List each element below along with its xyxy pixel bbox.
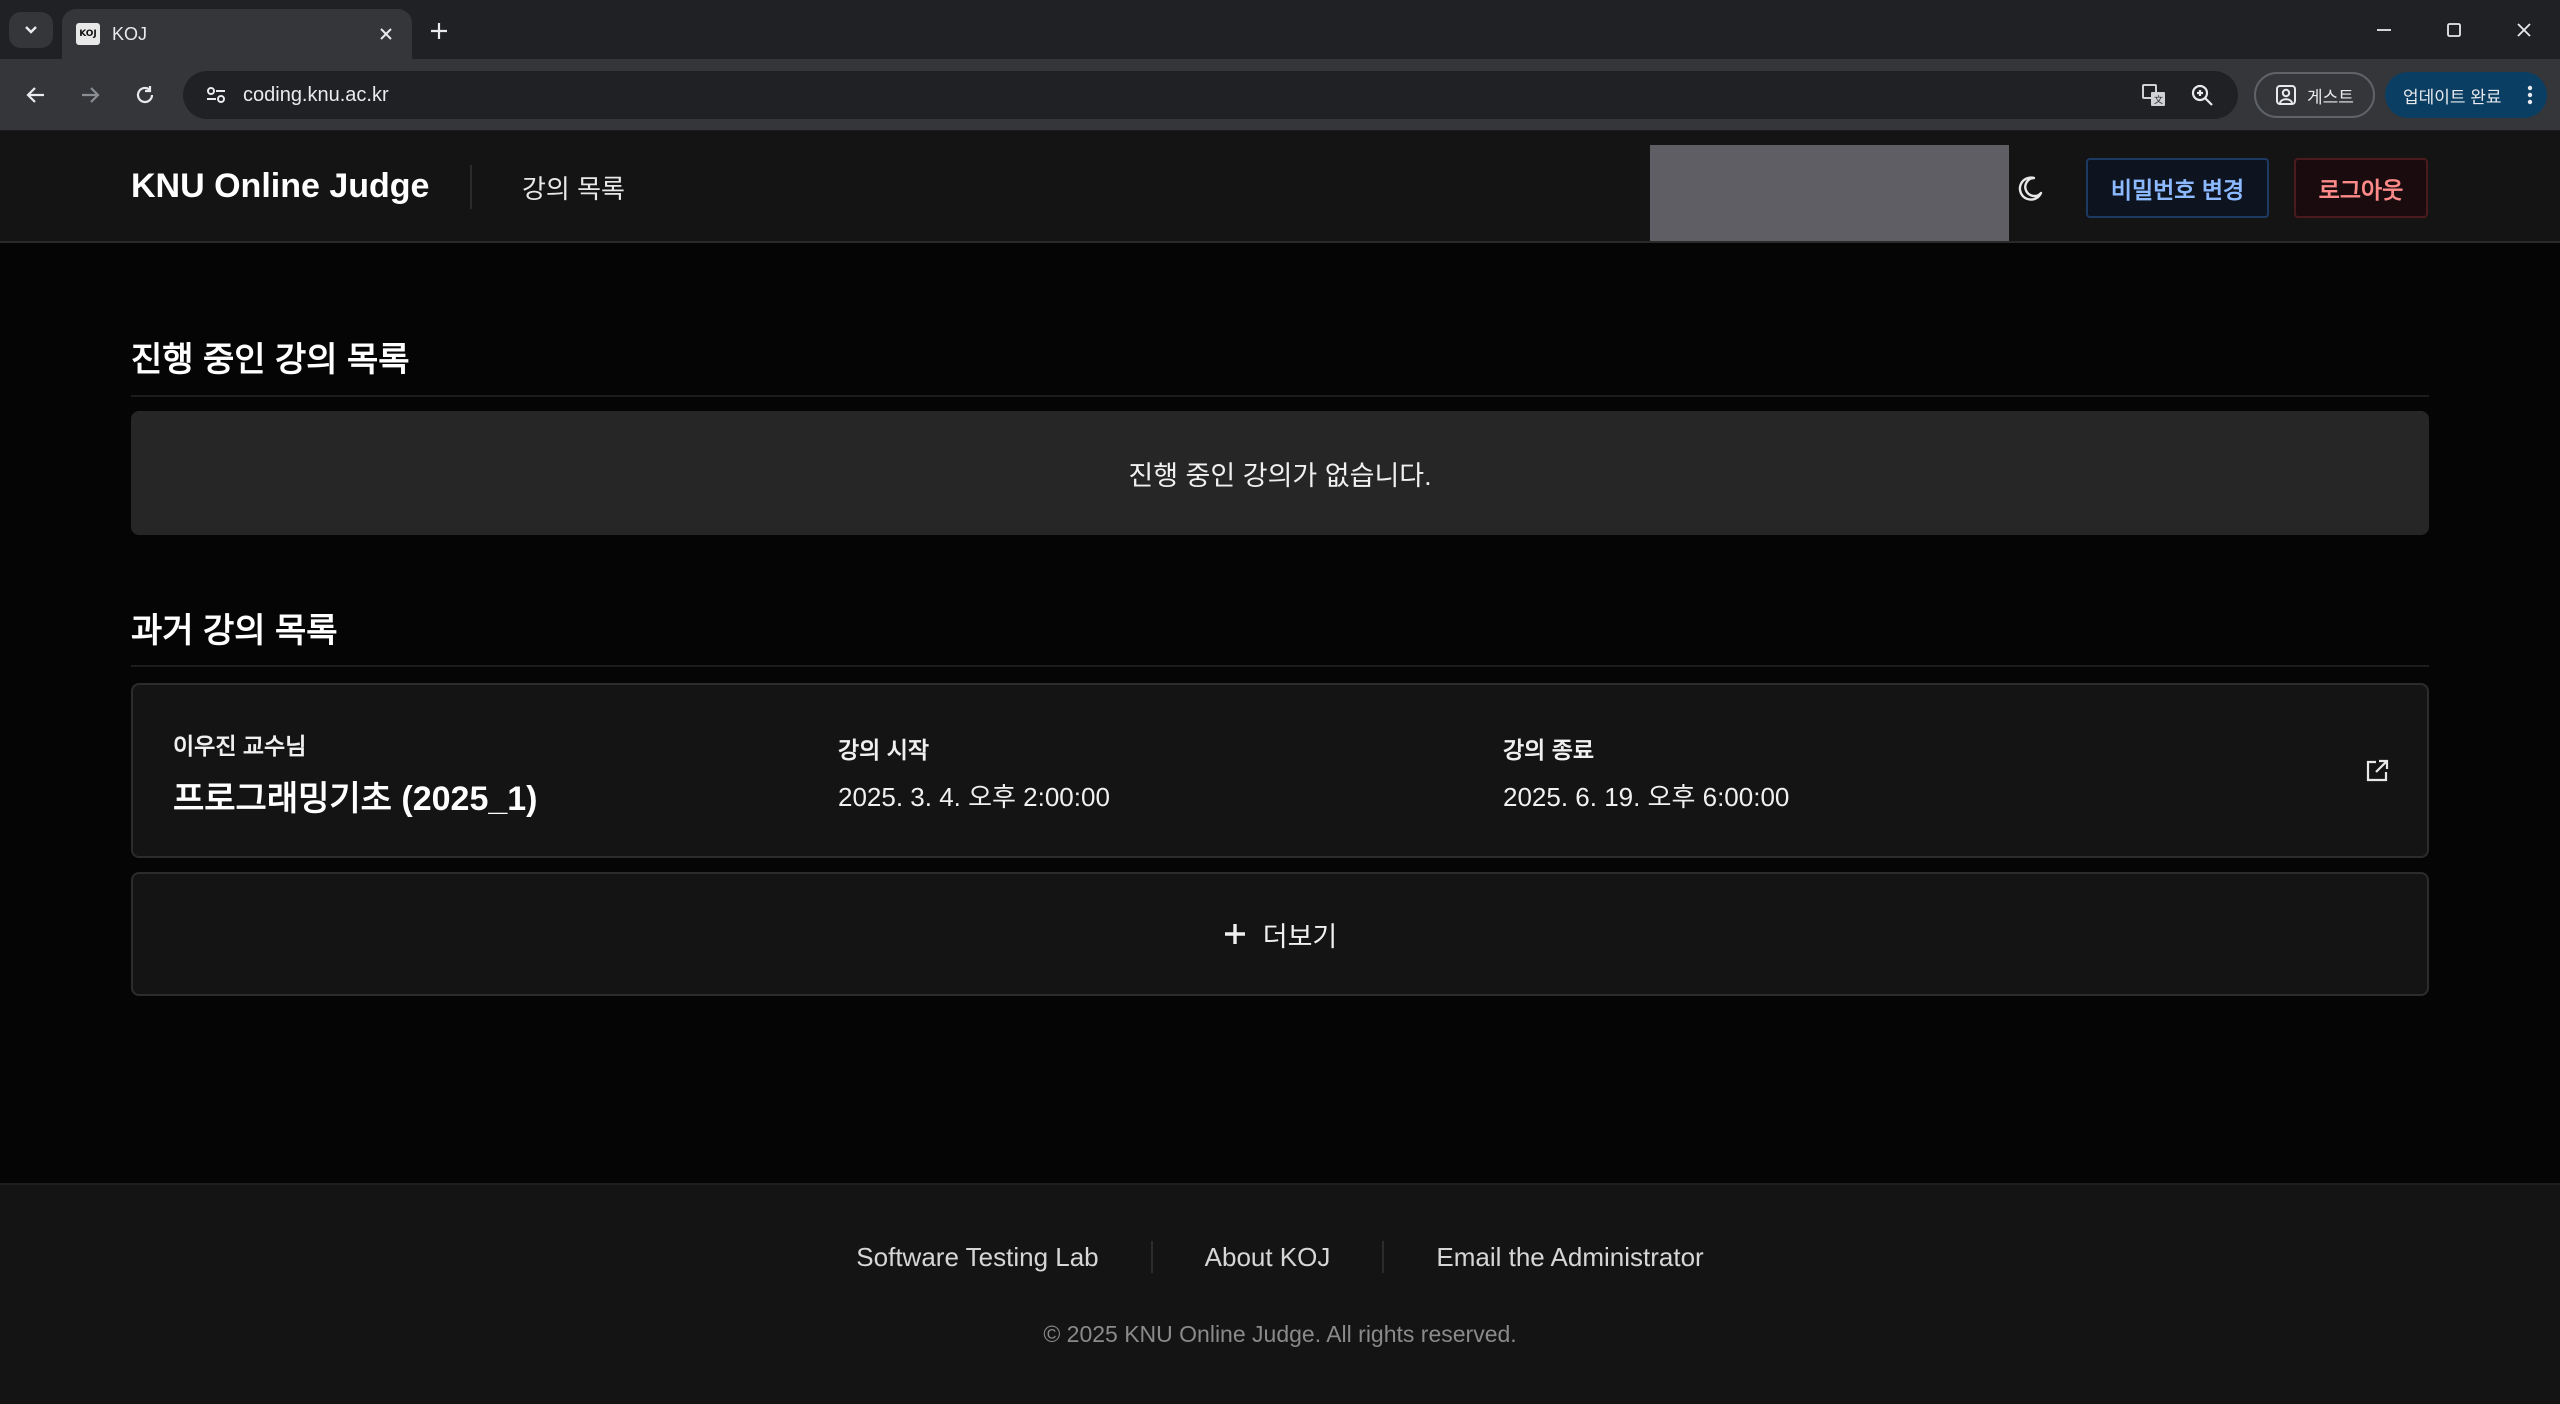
tab-close-button[interactable] xyxy=(374,22,398,46)
tune-icon xyxy=(207,87,225,103)
koj-favicon-icon: KOJ xyxy=(76,23,100,45)
theme-toggle-button[interactable] xyxy=(2010,169,2050,209)
site-footer: Software Testing Lab About KOJ Email the… xyxy=(0,1183,2560,1404)
browser-tab-active[interactable]: KOJ KOJ xyxy=(62,9,412,59)
site-info-button[interactable] xyxy=(199,78,233,112)
reload-icon xyxy=(136,86,154,104)
ongoing-section-title: 진행 중인 강의 목록 xyxy=(131,341,410,379)
browser-tab-bar: KOJ KOJ xyxy=(0,0,2560,59)
minimize-button[interactable] xyxy=(2350,8,2418,52)
forward-button[interactable] xyxy=(70,75,110,115)
change-password-button[interactable]: 비밀번호 변경 xyxy=(2086,158,2269,218)
url-text: coding.knu.ac.kr xyxy=(243,83,389,106)
svg-text:文: 文 xyxy=(2154,94,2163,106)
more-vert-icon xyxy=(2527,85,2533,105)
update-button[interactable]: 업데이트 완료 xyxy=(2385,72,2547,118)
new-tab-button[interactable] xyxy=(420,14,458,48)
browser-toolbar: coding.knu.ac.kr 文 게스트 업데이트 완료 xyxy=(0,59,2560,131)
redacted-user-info xyxy=(1650,145,2009,241)
tab-search-button[interactable] xyxy=(9,12,53,48)
footer-link-email[interactable]: Email the Administrator xyxy=(1384,1242,1755,1273)
zoom-button[interactable] xyxy=(2182,75,2222,115)
moon-icon xyxy=(2018,176,2043,201)
maximize-button[interactable] xyxy=(2420,8,2488,52)
back-button[interactable] xyxy=(16,75,56,115)
minimize-icon xyxy=(2377,29,2391,31)
footer-link-lab[interactable]: Software Testing Lab xyxy=(804,1242,1150,1273)
tab-title: KOJ xyxy=(112,23,148,44)
load-more-button[interactable]: 더보기 xyxy=(131,872,2429,996)
past-section-title: 과거 강의 목록 xyxy=(131,612,338,650)
course-name: 프로그래밍기초 (2025_1) xyxy=(173,780,538,818)
course-end-value: 2025. 6. 19. 오후 6:00:00 xyxy=(1503,782,1790,812)
window-close-button[interactable] xyxy=(2490,8,2558,52)
zoom-in-icon xyxy=(2191,84,2213,106)
guest-label: 게스트 xyxy=(2307,87,2354,107)
footer-link-about[interactable]: About KOJ xyxy=(1153,1242,1383,1273)
load-more-label: 더보기 xyxy=(1262,921,1338,952)
brand-logo[interactable]: KNU Online Judge xyxy=(131,167,429,206)
course-start-value: 2025. 3. 4. 오후 2:00:00 xyxy=(838,782,1110,812)
course-start-label: 강의 시작 xyxy=(838,737,930,763)
section-divider xyxy=(131,665,2429,667)
arrow-left-icon xyxy=(26,87,44,103)
section-divider xyxy=(131,395,2429,397)
footer-links: Software Testing Lab About KOJ Email the… xyxy=(0,1241,2560,1273)
translate-icon: 文 xyxy=(2142,84,2165,106)
chevron-down-icon xyxy=(25,26,37,34)
course-end-label: 강의 종료 xyxy=(1503,737,1595,763)
arrow-right-icon xyxy=(82,87,100,103)
plus-icon xyxy=(1224,924,1245,944)
address-bar[interactable]: coding.knu.ac.kr 文 xyxy=(183,71,2238,119)
close-icon xyxy=(380,28,392,40)
person-icon xyxy=(2276,85,2297,105)
close-icon xyxy=(2517,23,2531,37)
plus-icon xyxy=(431,23,447,39)
course-card[interactable]: 이우진 교수님 프로그래밍기초 (2025_1) 강의 시작 2025. 3. … xyxy=(131,683,2429,858)
copyright-text: © 2025 KNU Online Judge. All rights rese… xyxy=(1043,1321,1517,1347)
nav-course-list-link[interactable]: 강의 목록 xyxy=(522,169,625,206)
course-professor: 이우진 교수님 xyxy=(173,733,307,759)
logout-button[interactable]: 로그아웃 xyxy=(2294,158,2428,218)
header-divider xyxy=(470,165,472,209)
empty-ongoing-message: 진행 중인 강의가 없습니다. xyxy=(131,411,2429,535)
translate-button[interactable]: 文 xyxy=(2134,75,2174,115)
site-header: KNU Online Judge 강의 목록 비밀번호 변경 로그아웃 xyxy=(0,131,2560,243)
guest-profile-button[interactable]: 게스트 xyxy=(2254,72,2375,118)
maximize-icon xyxy=(2447,23,2461,37)
open-course-button[interactable] xyxy=(2359,753,2395,789)
update-label: 업데이트 완료 xyxy=(2403,87,2502,107)
external-link-icon xyxy=(2366,759,2389,782)
reload-button[interactable] xyxy=(125,75,165,115)
